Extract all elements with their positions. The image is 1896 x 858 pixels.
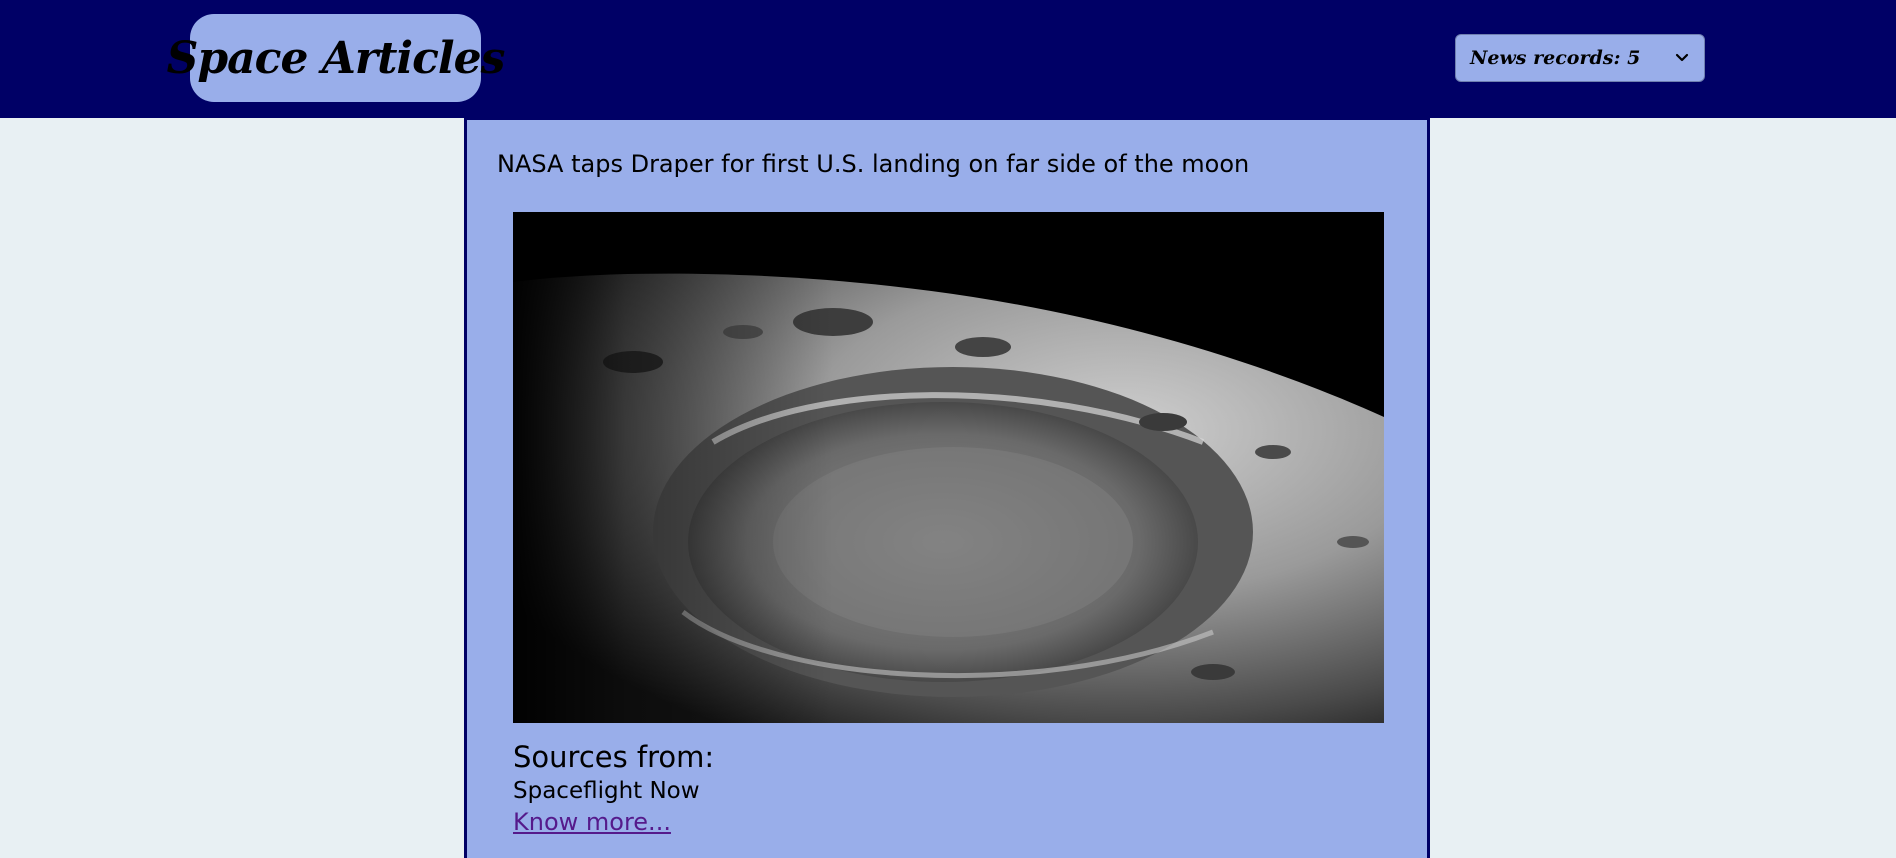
source-name: Spaceflight Now bbox=[513, 778, 700, 804]
top-header: Space Articles News records: 5 bbox=[0, 0, 1896, 118]
sources-heading: Sources from: bbox=[513, 740, 715, 774]
news-records-select[interactable]: News records: 5 bbox=[1455, 34, 1705, 82]
news-records-label: News records: 5 bbox=[1470, 47, 1641, 69]
article-title: NASA taps Draper for first U.S. landing … bbox=[497, 150, 1250, 178]
know-more-link[interactable]: Know more... bbox=[513, 808, 671, 836]
chevron-down-icon bbox=[1674, 50, 1690, 66]
site-logo[interactable]: Space Articles bbox=[167, 14, 505, 102]
moon-crater-image bbox=[513, 212, 1384, 723]
article-card: NASA taps Draper for first U.S. landing … bbox=[464, 118, 1430, 858]
site-logo-text: Space Articles bbox=[166, 32, 506, 84]
